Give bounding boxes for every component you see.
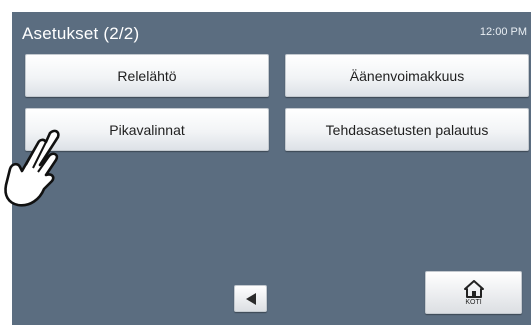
home-label: KOTI: [465, 298, 482, 306]
triangle-left-icon: [245, 292, 256, 305]
house-icon: [463, 279, 484, 298]
page-title: Asetukset (2/2): [22, 24, 140, 43]
back-button[interactable]: [234, 285, 267, 312]
factory-reset-button[interactable]: Tehdasasetusten palautus: [285, 108, 529, 151]
settings-screen: Asetukset (2/2) 12:00 PM Relelähtö Äänen…: [12, 12, 531, 325]
clock: 12:00 PM: [479, 26, 527, 38]
volume-button[interactable]: Äänenvoimakkuus: [285, 54, 529, 97]
home-button[interactable]: KOTI: [425, 271, 522, 314]
relay-output-button[interactable]: Relelähtö: [25, 54, 269, 97]
hand-pointer-icon: [4, 129, 60, 207]
